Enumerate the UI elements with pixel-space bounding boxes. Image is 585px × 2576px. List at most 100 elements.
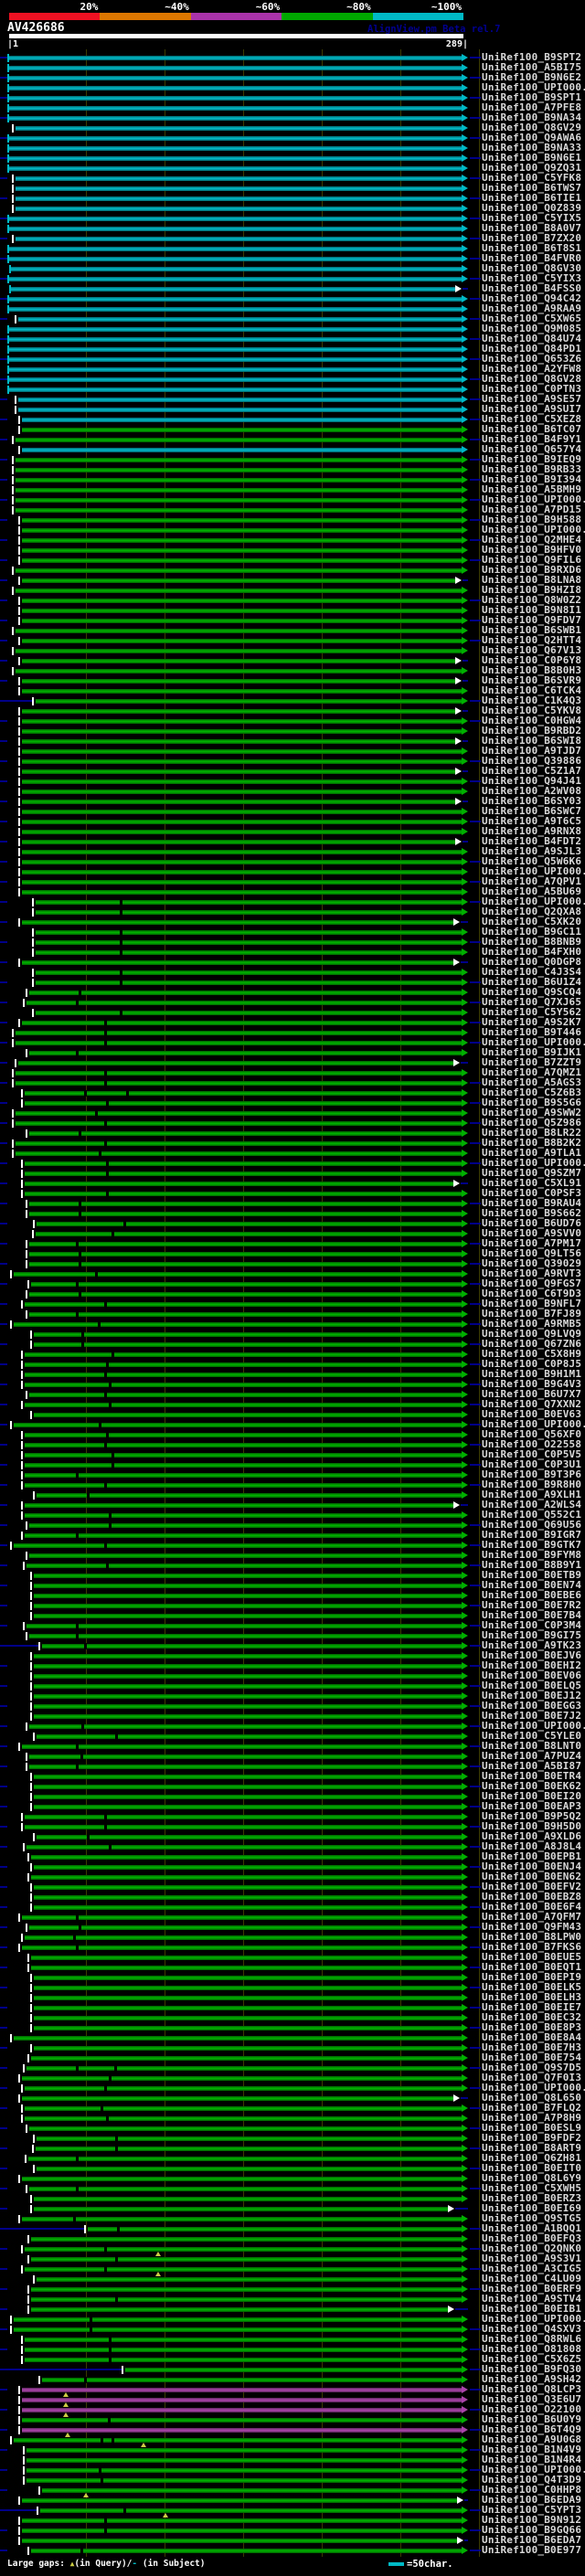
alignment-bar[interactable]	[9, 226, 462, 231]
alignment-bar[interactable]	[22, 517, 462, 523]
alignment-bar[interactable]	[22, 537, 462, 543]
alignment-bar[interactable]	[34, 1794, 462, 1799]
alignment-bar[interactable]	[27, 2065, 462, 2071]
alignment-bar[interactable]	[9, 346, 462, 352]
alignment-bar[interactable]	[34, 1904, 462, 1910]
alignment-bar[interactable]	[16, 1030, 462, 1035]
alignment-bar[interactable]	[22, 789, 462, 794]
alignment-bar[interactable]	[29, 1633, 462, 1638]
alignment-bar[interactable]	[25, 1181, 453, 1186]
alignment-bar[interactable]	[9, 115, 462, 121]
alignment-bar[interactable]	[22, 708, 455, 714]
alignment-bar[interactable]	[9, 376, 462, 382]
alignment-bar[interactable]	[22, 1020, 462, 1025]
alignment-bar[interactable]	[31, 1854, 462, 1860]
alignment-bar[interactable]	[25, 1191, 462, 1196]
alignment-bar[interactable]	[9, 165, 462, 171]
alignment-bar[interactable]	[29, 1211, 462, 1216]
alignment-bar[interactable]	[29, 1130, 462, 1136]
alignment-bar[interactable]	[16, 507, 462, 513]
alignment-bar[interactable]	[25, 1824, 462, 1829]
alignment-bar[interactable]	[22, 557, 462, 563]
alignment-bar[interactable]	[22, 799, 455, 804]
alignment-bar[interactable]	[25, 1432, 462, 1437]
alignment-bar[interactable]	[16, 175, 462, 181]
alignment-bar[interactable]	[29, 2186, 462, 2191]
alignment-bar[interactable]	[22, 618, 462, 623]
alignment-bar[interactable]	[25, 1472, 462, 1478]
alignment-bar[interactable]	[29, 1261, 462, 1267]
alignment-bar[interactable]	[29, 2125, 462, 2131]
alignment-bar[interactable]	[31, 1874, 462, 1880]
alignment-bar[interactable]	[25, 2337, 462, 2342]
alignment-bar[interactable]	[22, 1744, 462, 1749]
alignment-bar[interactable]	[14, 1321, 462, 1327]
alignment-bar[interactable]	[16, 186, 462, 191]
alignment-bar[interactable]	[22, 638, 462, 643]
alignment-bar[interactable]	[34, 1583, 462, 1588]
alignment-bar[interactable]	[9, 65, 462, 70]
alignment-bar[interactable]	[9, 85, 462, 90]
alignment-bar[interactable]	[9, 246, 462, 251]
alignment-bar[interactable]	[34, 1683, 462, 1689]
alignment-bar[interactable]	[25, 2266, 462, 2272]
alignment-bar[interactable]	[36, 909, 462, 915]
alignment-bar[interactable]	[22, 718, 462, 724]
alignment-bar[interactable]	[40, 2507, 462, 2513]
alignment-bar[interactable]	[36, 899, 462, 905]
alignment-bar[interactable]	[22, 2427, 462, 2433]
alignment-bar[interactable]	[25, 1352, 462, 1357]
alignment-bar[interactable]	[34, 1603, 462, 1608]
alignment-bar[interactable]	[25, 1372, 462, 1377]
alignment-bar[interactable]	[34, 1663, 462, 1669]
alignment-bar[interactable]	[36, 949, 462, 955]
alignment-bar[interactable]	[29, 1553, 462, 1558]
alignment-bar[interactable]	[42, 2487, 462, 2493]
alignment-bar[interactable]	[18, 316, 462, 322]
alignment-bar[interactable]	[34, 1894, 462, 1900]
alignment-bar[interactable]	[125, 2367, 462, 2372]
alignment-bar[interactable]	[37, 1492, 462, 1498]
alignment-bar[interactable]	[34, 1341, 462, 1347]
alignment-bar[interactable]	[27, 2467, 462, 2473]
alignment-bar[interactable]	[22, 889, 462, 895]
alignment-bar[interactable]	[22, 578, 455, 583]
alignment-bar[interactable]	[9, 155, 462, 161]
alignment-bar[interactable]	[22, 779, 462, 784]
alignment-bar[interactable]	[22, 688, 462, 694]
alignment-bar[interactable]	[16, 588, 462, 593]
alignment-bar[interactable]	[36, 980, 462, 985]
alignment-bar[interactable]	[14, 1422, 462, 1427]
alignment-bar[interactable]	[37, 1834, 462, 1839]
alignment-bar[interactable]	[36, 939, 462, 945]
alignment-bar[interactable]	[34, 1985, 462, 1990]
alignment-bar[interactable]	[25, 1161, 462, 1166]
alignment-bar[interactable]	[16, 467, 462, 472]
alignment-bar[interactable]	[16, 236, 462, 241]
alignment-bar[interactable]	[34, 1653, 462, 1659]
alignment-bar[interactable]	[25, 1482, 462, 1488]
alignment-bar[interactable]	[14, 2316, 462, 2322]
alignment-bar[interactable]	[25, 2105, 462, 2111]
alignment-bar[interactable]	[16, 1040, 462, 1045]
hit-label[interactable]: UniRef100_B0E977	[482, 2545, 584, 2556]
alignment-bar[interactable]	[37, 2136, 462, 2141]
alignment-bar[interactable]	[34, 1331, 462, 1337]
alignment-bar[interactable]	[22, 598, 462, 603]
alignment-bar[interactable]	[34, 2196, 462, 2201]
alignment-bar[interactable]	[22, 527, 462, 533]
alignment-bar[interactable]	[34, 2025, 462, 2030]
alignment-bar[interactable]	[27, 1844, 462, 1850]
alignment-bar[interactable]	[29, 1764, 462, 1769]
alignment-bar[interactable]	[29, 1754, 462, 1759]
alignment-bar[interactable]	[11, 286, 455, 292]
alignment-bar[interactable]	[25, 1442, 462, 1447]
alignment-bar[interactable]	[22, 769, 455, 774]
alignment-bar[interactable]	[22, 427, 462, 432]
alignment-bar[interactable]	[29, 1050, 462, 1055]
alignment-bar[interactable]	[9, 105, 462, 111]
alignment-bar[interactable]	[22, 748, 462, 754]
alignment-bar[interactable]	[16, 487, 462, 493]
alignment-bar[interactable]	[22, 2407, 462, 2412]
alignment-bar[interactable]	[28, 2156, 462, 2161]
